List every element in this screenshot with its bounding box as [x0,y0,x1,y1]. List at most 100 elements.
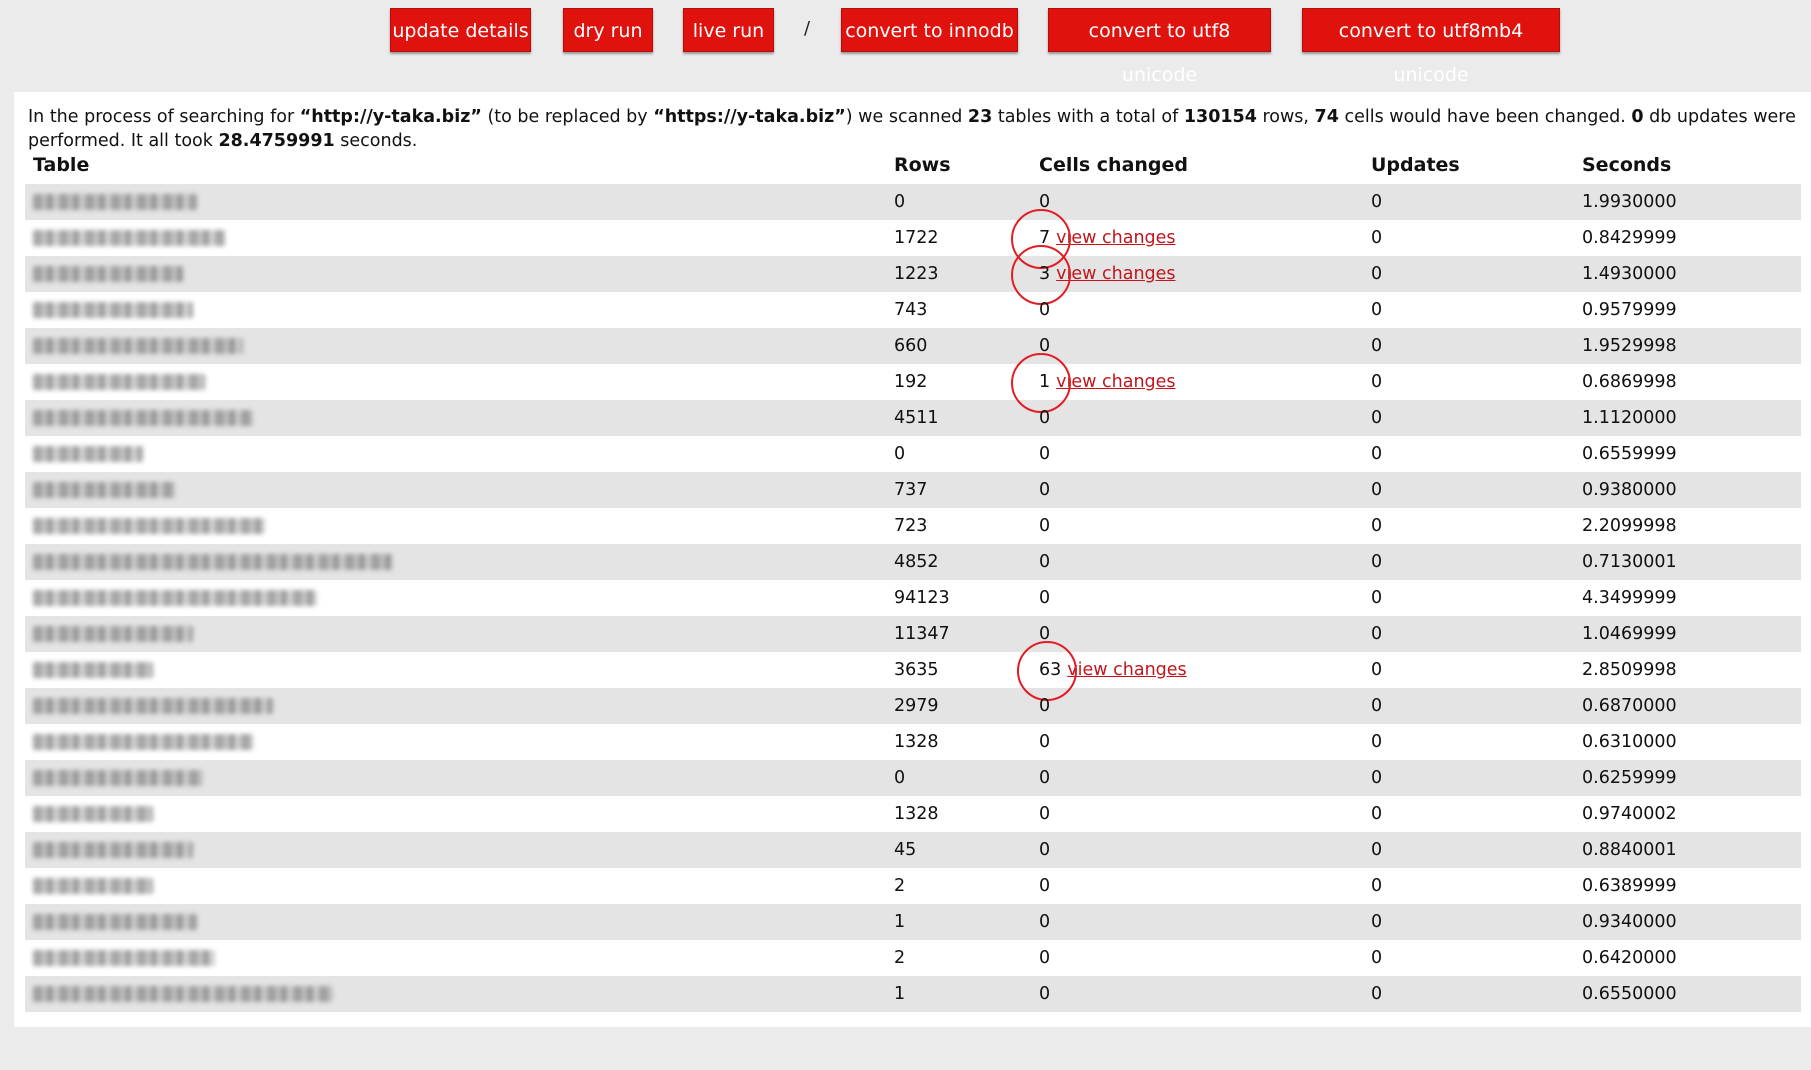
update-details-button[interactable]: update details [390,8,531,52]
redacted-table-name [33,770,203,786]
updates-cell: 0 [1363,508,1574,544]
updates-cell: 0 [1363,580,1574,616]
redacted-table-name [33,554,393,570]
updates-cell: 0 [1363,400,1574,436]
table-name-cell [25,364,886,400]
redacted-table-name [33,302,193,318]
table-name-cell [25,940,886,976]
seconds-cell: 0.9340000 [1574,904,1801,940]
table-row: 45 0 0 0.8840001 [25,832,1801,868]
rows-cell: 1 [886,904,1031,940]
dry-run-button[interactable]: dry run [563,8,653,52]
cells-changed-value: 0 [1039,300,1051,320]
redacted-table-name [33,950,215,966]
updates-cell: 0 [1363,904,1574,940]
table-name-cell [25,760,886,796]
rows-cell: 3635 [886,652,1031,688]
cells-changed-cell: 0 [1031,868,1363,904]
cells-changed-value: 0 [1039,516,1051,536]
table-name-cell [25,328,886,364]
view-changes-link[interactable]: view changes [1067,660,1186,680]
seconds-cell: 2.8509998 [1574,652,1801,688]
rows-cell: 1328 [886,796,1031,832]
cells-changed-cell: 0 [1031,184,1363,220]
updates-cell: 0 [1363,940,1574,976]
table-name-cell [25,868,886,904]
updates-cell: 0 [1363,724,1574,760]
seconds-cell: 4.3499999 [1574,580,1801,616]
live-run-button[interactable]: live run [683,8,774,52]
updates-cell: 0 [1363,472,1574,508]
table-name-cell [25,580,886,616]
cells-changed-value: 0 [1039,336,1051,356]
cells-changed-cell: 0 [1031,580,1363,616]
cells-changed-value: 1 [1039,372,1051,392]
rows-cell: 94123 [886,580,1031,616]
results-panel: In the process of searching for “http://… [14,92,1811,1027]
rows-cell: 192 [886,364,1031,400]
redacted-table-name [33,626,193,642]
cells-changed-value: 0 [1039,588,1051,608]
cells-changed-value: 0 [1039,444,1051,464]
table-row: 4511 0 0 1.1120000 [25,400,1801,436]
updates-cell: 0 [1363,328,1574,364]
cells-changed-cell: 0 [1031,940,1363,976]
rows-cell: 1223 [886,256,1031,292]
cells-changed-value: 0 [1039,912,1051,932]
table-name-cell [25,472,886,508]
redacted-table-name [33,842,193,858]
rows-cell: 660 [886,328,1031,364]
updates-cell: 0 [1363,616,1574,652]
cells-changed-cell: 0 [1031,904,1363,940]
view-changes-link[interactable]: view changes [1056,228,1175,248]
redacted-table-name [33,410,253,426]
header-updates: Updates [1371,154,1460,176]
redacted-table-name [33,662,153,678]
convert-to-utf8mb4-button[interactable]: convert to utf8mb4 unicode [1302,8,1560,86]
rows-cell: 1 [886,976,1031,1012]
table-row: 743 0 0 0.9579999 [25,292,1801,328]
cells-total: 74 [1314,107,1339,127]
table-row: 0 0 0 1.9930000 [25,184,1801,220]
table-row: 723 0 0 2.2099998 [25,508,1801,544]
seconds-cell: 0.9740002 [1574,796,1801,832]
cells-changed-cell: 0 [1031,796,1363,832]
view-changes-link[interactable]: view changes [1056,264,1175,284]
rows-cell: 45 [886,832,1031,868]
table-row: 1 0 0 0.9340000 [25,904,1801,940]
header-rows: Rows [894,154,951,176]
table-name-cell [25,652,886,688]
cells-changed-value: 0 [1039,984,1051,1004]
redacted-table-name [33,446,143,462]
cells-changed-cell: 0 [1031,724,1363,760]
convert-to-utf8-button[interactable]: convert to utf8 unicode [1048,8,1271,86]
redacted-table-name [33,338,243,354]
cells-changed-value: 63 [1039,660,1062,680]
rows-cell: 2 [886,868,1031,904]
table-row: 2 0 0 0.6389999 [25,868,1801,904]
updates-cell: 0 [1363,760,1574,796]
table-row: 3635 63 view changes 0 2.8509998 [25,641,1801,701]
cells-changed-cell: 0 [1031,760,1363,796]
convert-to-innodb-button[interactable]: convert to innodb [841,8,1018,52]
replace-term: “https://y-taka.biz” [653,107,846,127]
rows-cell: 0 [886,436,1031,472]
rows-cell: 737 [886,472,1031,508]
header-table: Table [33,154,90,176]
seconds-cell: 0.6550000 [1574,976,1801,1012]
table-name-cell [25,832,886,868]
cells-changed-value: 0 [1039,768,1051,788]
button-separator: / [804,18,811,39]
redacted-table-name [33,194,197,210]
table-row: 2979 0 0 0.6870000 [25,688,1801,724]
updates-cell: 0 [1363,832,1574,868]
seconds-cell: 1.4930000 [1574,256,1801,292]
redacted-table-name [33,986,333,1002]
table-row: 1328 0 0 0.9740002 [25,796,1801,832]
seconds-cell: 0.6310000 [1574,724,1801,760]
view-changes-link[interactable]: view changes [1056,372,1175,392]
table-row: 1722 7 view changes 0 0.8429999 [25,209,1801,269]
table-row: 2 0 0 0.6420000 [25,940,1801,976]
seconds-cell: 1.1120000 [1574,400,1801,436]
seconds-cell: 0.7130001 [1574,544,1801,580]
